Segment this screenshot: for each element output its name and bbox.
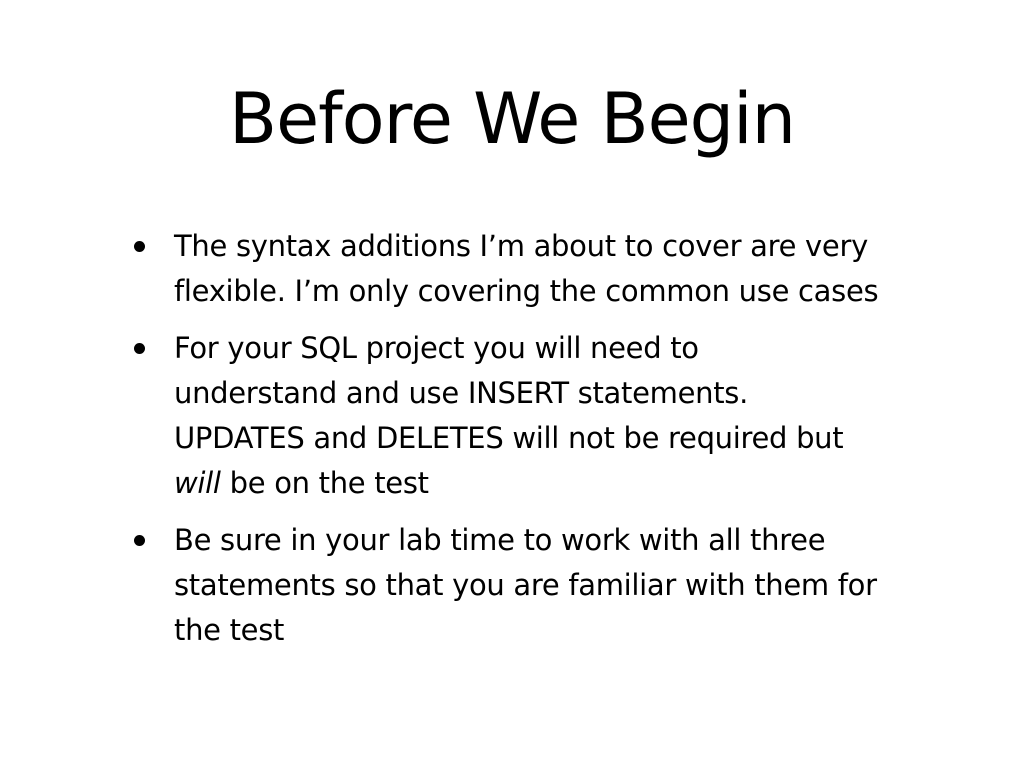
bullet-line: The syntax additions I’m about to cover …	[174, 229, 868, 263]
emphasis-text: will	[174, 466, 221, 500]
bullet-dot-icon	[134, 535, 145, 546]
bullet-dot-icon	[134, 343, 145, 354]
bullet-line: the test	[174, 613, 285, 647]
bullet-list: The syntax additions I’m about to cover …	[120, 224, 940, 665]
slide: Before We Begin The syntax additions I’m…	[0, 0, 1024, 768]
bullet-item: For your SQL project you will need to un…	[120, 326, 940, 506]
bullet-line: Be sure in your lab time to work with al…	[174, 523, 826, 557]
bullet-line-emphasis: will be on the test	[174, 461, 940, 506]
bullet-item: The syntax additions I’m about to cover …	[120, 224, 940, 314]
bullet-dot-icon	[134, 241, 145, 252]
bullet-line: For your SQL project you will need to	[174, 331, 699, 365]
bullet-line-rest: be on the test	[220, 466, 429, 500]
bullet-line: statements so that you are familiar with…	[174, 568, 877, 602]
bullet-line: understand and use INSERT statements.	[174, 376, 748, 410]
bullet-item: Be sure in your lab time to work with al…	[120, 518, 940, 653]
slide-title: Before We Begin	[229, 78, 796, 160]
bullet-line: flexible. I’m only covering the common u…	[174, 274, 879, 308]
bullet-line: UPDATES and DELETES will not be required…	[174, 421, 844, 455]
